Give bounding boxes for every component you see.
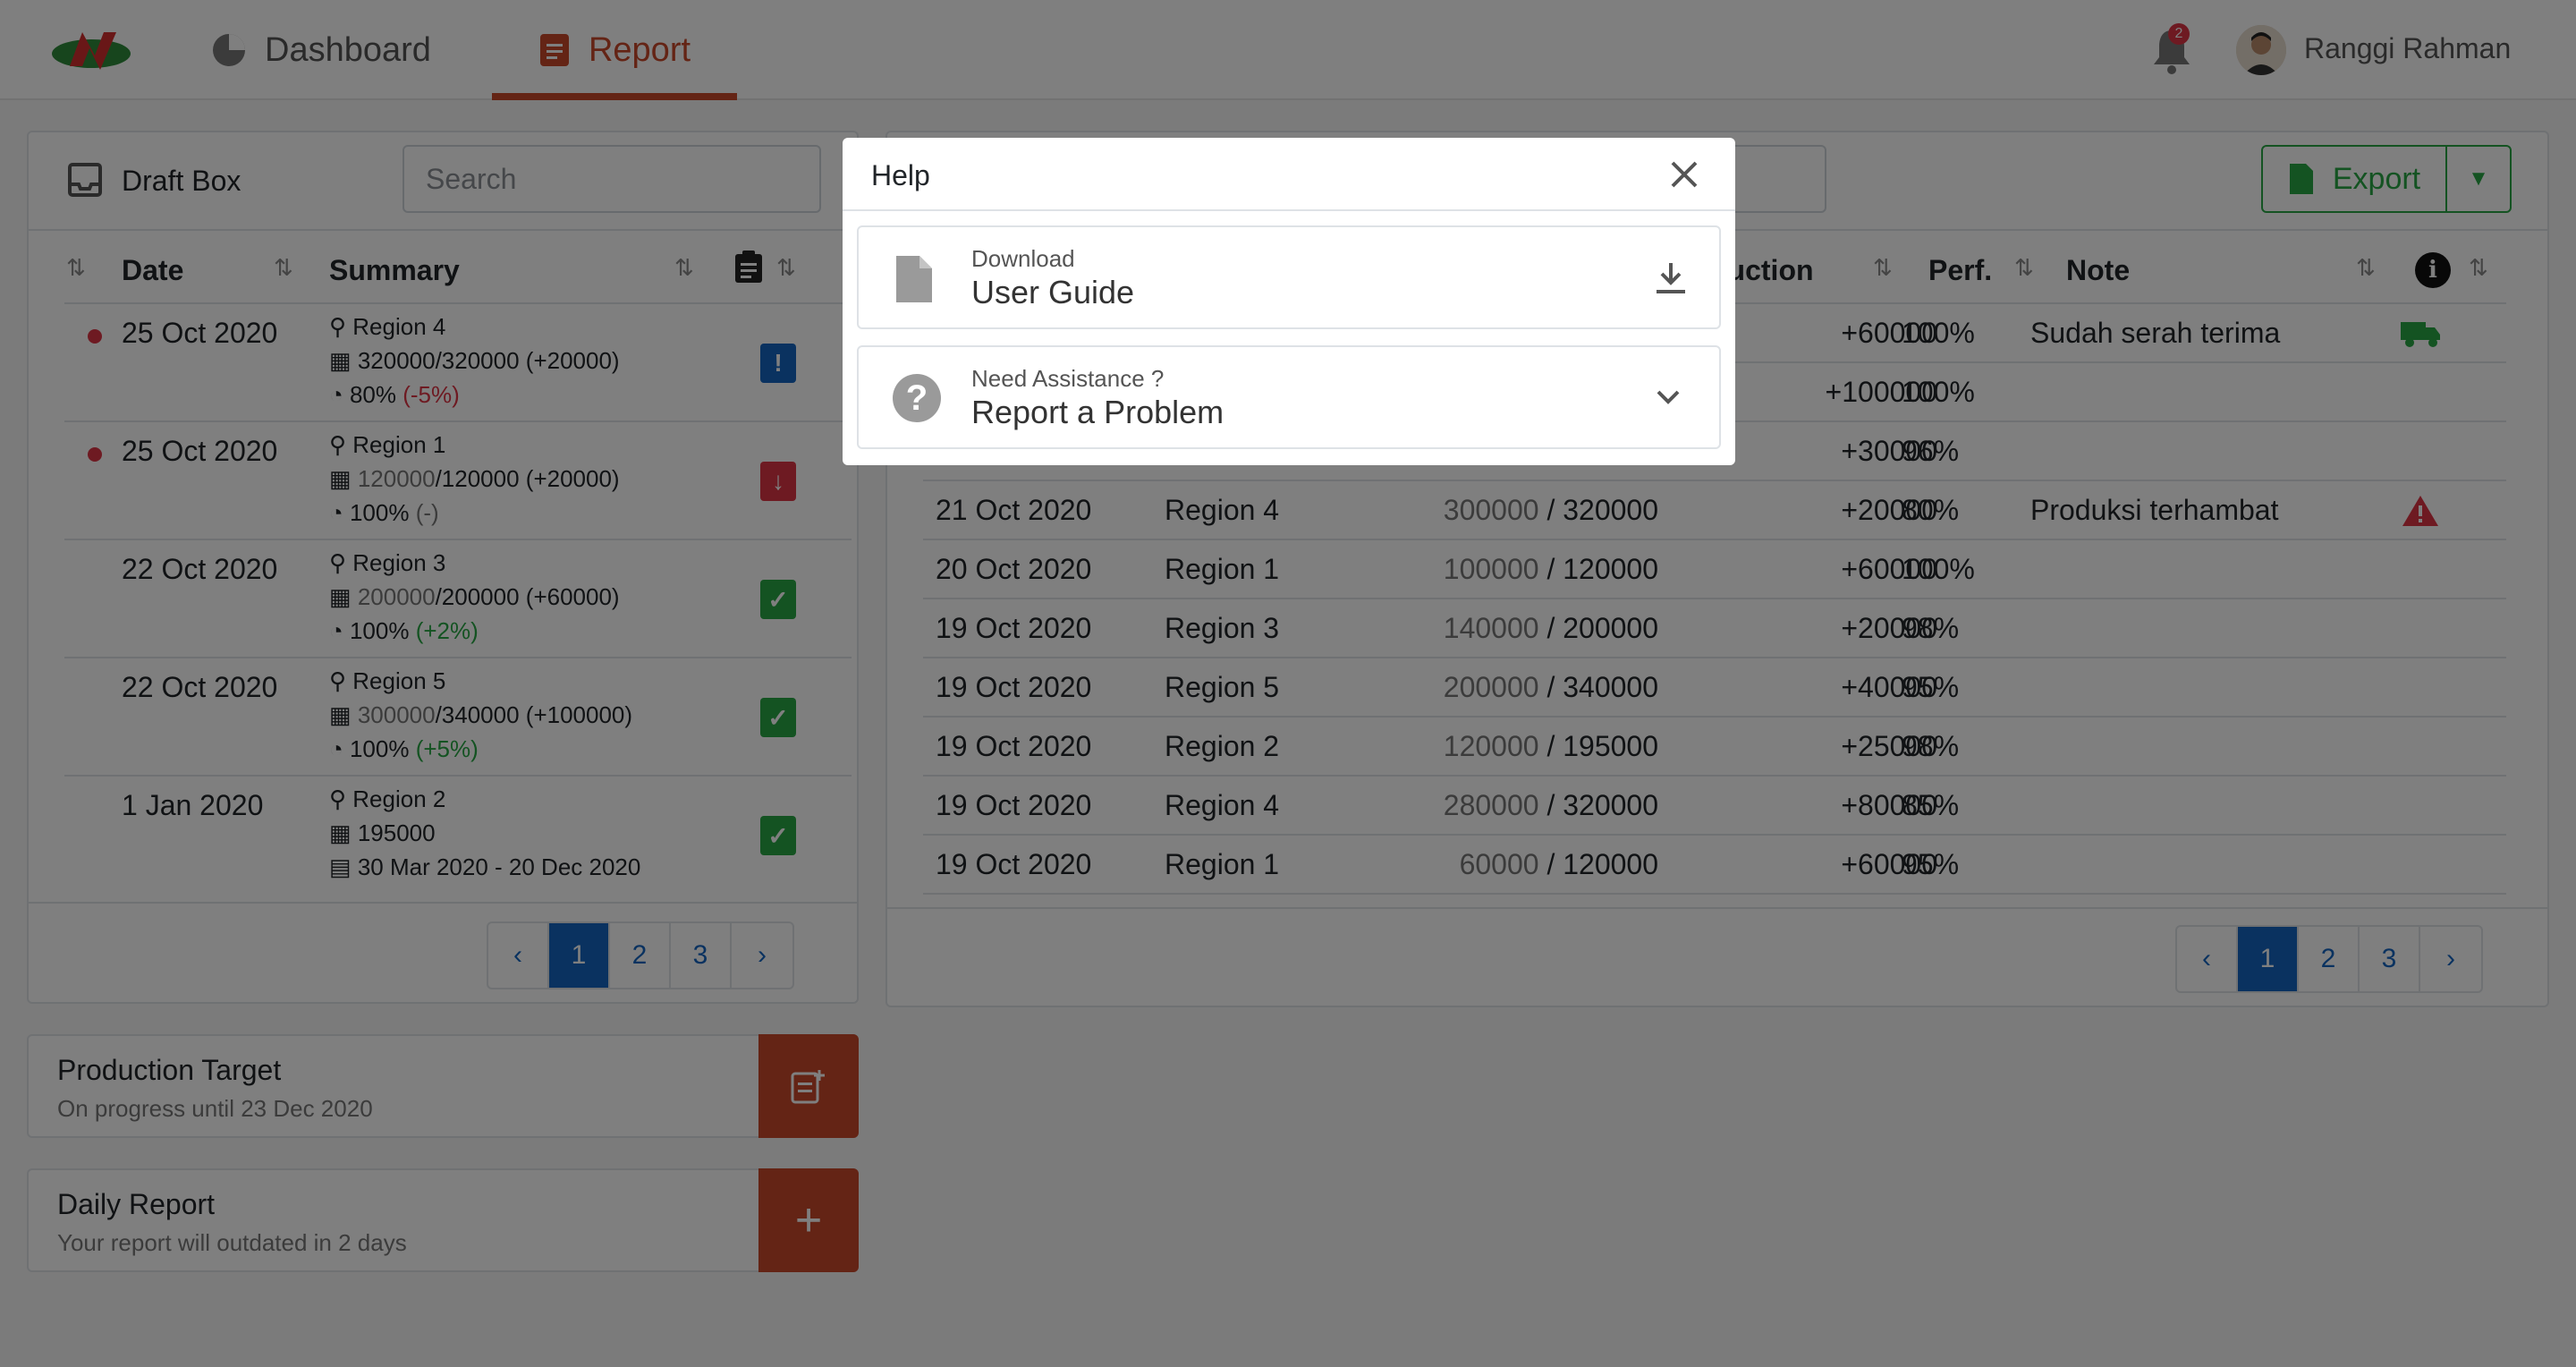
download-user-guide-item[interactable]: Download User Guide [857,225,1721,329]
help-modal: Help Download User Guide ? Need Assistan… [843,138,1735,465]
report-problem-item[interactable]: ? Need Assistance ? Report a Problem [857,345,1721,449]
item-caption: Download [971,245,1075,272]
close-icon[interactable] [1669,159,1699,190]
modal-title: Help [871,159,930,191]
item-label: Report a Problem [971,394,1224,430]
file-icon [896,256,932,302]
download-icon [1657,263,1685,293]
item-caption: Need Assistance ? [971,365,1165,392]
chevron-down-icon [1657,390,1680,404]
modal-header: Help [843,138,1735,211]
item-label: User Guide [971,274,1135,310]
question-circle-icon: ? [893,374,941,422]
